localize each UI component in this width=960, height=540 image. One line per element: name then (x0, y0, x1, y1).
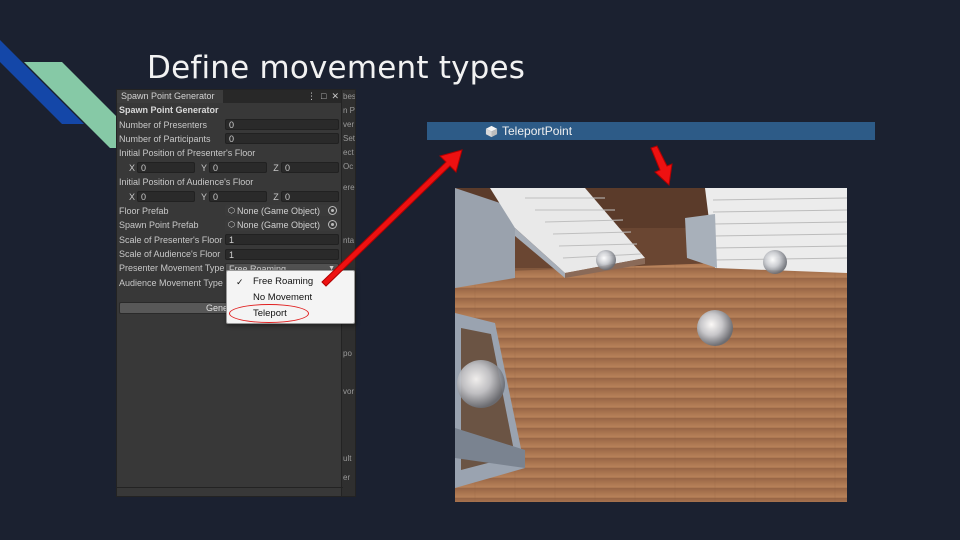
num-participants-label: Number of Participants (119, 133, 211, 144)
option-no-movement[interactable]: No Movement (253, 292, 312, 303)
audience-floor-pos-label: Initial Position of Audience's Floor (119, 177, 254, 188)
panel-divider (117, 487, 343, 488)
teleport-highlight-ellipse (229, 304, 309, 323)
z-axis-label: Z (273, 162, 279, 173)
section-header: Spawn Point Generator (119, 105, 219, 116)
audience-floor-y-input[interactable]: 0 (209, 191, 267, 203)
hierarchy-selected-item[interactable]: TeleportPoint (427, 122, 875, 140)
num-participants-input[interactable]: 0 (225, 133, 339, 145)
side-text: er (343, 473, 351, 482)
x-axis-label: X (128, 191, 135, 202)
side-text: ect (343, 148, 354, 157)
audience-floor-pos-row: Initial Position of Audience's Floor (117, 175, 341, 189)
floor-prefab-field[interactable]: ⬡ None (Game Object) (225, 205, 339, 217)
presenter-movement-label: Presenter Movement Type (119, 263, 225, 274)
scale-presenter-input[interactable]: 1 (225, 234, 339, 246)
side-text: bes (343, 92, 356, 101)
audience-floor-x-input[interactable]: 0 (137, 191, 195, 203)
audience-floor-z-input[interactable]: 0 (281, 191, 339, 203)
num-presenters-row: Number of Presenters 0 (117, 117, 341, 131)
red-arrow-down (650, 145, 673, 187)
z-axis-label: Z (273, 191, 279, 202)
scale-presenter-row: Scale of Presenter's Floor 1 (117, 233, 341, 247)
green-stripe-decoration (24, 62, 124, 148)
spawn-point-prefab-field[interactable]: ⬡ None (Game Object) (225, 219, 339, 231)
maximize-icon[interactable]: □ (321, 90, 326, 103)
side-text: po (343, 349, 352, 358)
side-text: nta (343, 236, 355, 245)
audience-movement-label: Audience Movement Type (119, 277, 223, 288)
spawn-point-prefab-row: Spawn Point Prefab ⬡ None (Game Object) (117, 218, 341, 232)
floor-prefab-value: None (Game Object) (236, 205, 321, 216)
scale-audience-row: Scale of Audience's Floor 1 (117, 247, 341, 261)
cube-icon (485, 125, 498, 137)
side-text: n P (343, 106, 356, 115)
num-presenters-label: Number of Presenters (119, 119, 208, 130)
teleport-point-sphere[interactable] (697, 310, 733, 346)
blue-stripe-decoration (0, 40, 84, 124)
side-text: Oc (343, 162, 354, 171)
teleport-point-sphere[interactable] (596, 250, 616, 270)
x-axis-label: X (128, 162, 135, 173)
scale-audience-label: Scale of Audience's Floor (119, 249, 221, 260)
presenter-floor-y-input[interactable]: 0 (209, 162, 267, 174)
scale-presenter-label: Scale of Presenter's Floor (119, 234, 223, 245)
y-axis-label: Y (200, 191, 207, 202)
scene-view (455, 188, 847, 502)
side-text: ere (343, 183, 355, 192)
presenter-floor-xyz-row: X0 Y0 Z0 (117, 161, 341, 175)
gameobject-icon: ⬡ (228, 220, 235, 230)
audience-floor-xyz-row: X0 Y0 Z0 (117, 189, 341, 203)
presenter-floor-pos-label: Initial Position of Presenter's Floor (119, 148, 256, 159)
side-text: Set (343, 134, 356, 143)
spawn-point-prefab-label: Spawn Point Prefab (119, 220, 199, 231)
presenter-floor-x-input[interactable]: 0 (137, 162, 195, 174)
num-presenters-input[interactable]: 0 (225, 119, 339, 131)
presenter-floor-z-input[interactable]: 0 (281, 162, 339, 174)
section-header-row: Spawn Point Generator (117, 103, 341, 117)
option-free-roaming[interactable]: Free Roaming (253, 276, 313, 287)
side-text: ult (343, 454, 352, 463)
scale-audience-input[interactable]: 1 (225, 248, 339, 260)
floor-prefab-row: Floor Prefab ⬡ None (Game Object) (117, 204, 341, 218)
window-tabbar: Spawn Point Generator ⋮ □ ✕ (117, 90, 355, 103)
hierarchy-item-label: TeleportPoint (502, 124, 573, 138)
floor-prefab-label: Floor Prefab (119, 205, 169, 216)
checkmark-icon: ✓ (236, 277, 244, 287)
teleport-point-sphere[interactable] (763, 250, 787, 274)
more-options-icon[interactable]: ⋮ (307, 90, 316, 103)
y-axis-label: Y (200, 162, 207, 173)
window-tab[interactable]: Spawn Point Generator (117, 90, 223, 103)
close-icon[interactable]: ✕ (331, 90, 339, 103)
num-participants-row: Number of Participants 0 (117, 132, 341, 146)
slide-title: Define movement types (147, 50, 526, 86)
side-text: vor (343, 387, 355, 396)
presenter-floor-pos-row: Initial Position of Presenter's Floor (117, 146, 341, 160)
teleport-point-sphere[interactable] (457, 360, 505, 408)
gameobject-icon: ⬡ (228, 205, 235, 215)
spawn-point-prefab-value: None (Game Object) (236, 220, 321, 231)
side-text: ver (343, 120, 355, 129)
inspector-body: Spawn Point Generator Number of Presente… (117, 103, 341, 314)
window-actions: ⋮ □ ✕ (307, 90, 339, 103)
object-picker-icon[interactable] (328, 205, 337, 215)
